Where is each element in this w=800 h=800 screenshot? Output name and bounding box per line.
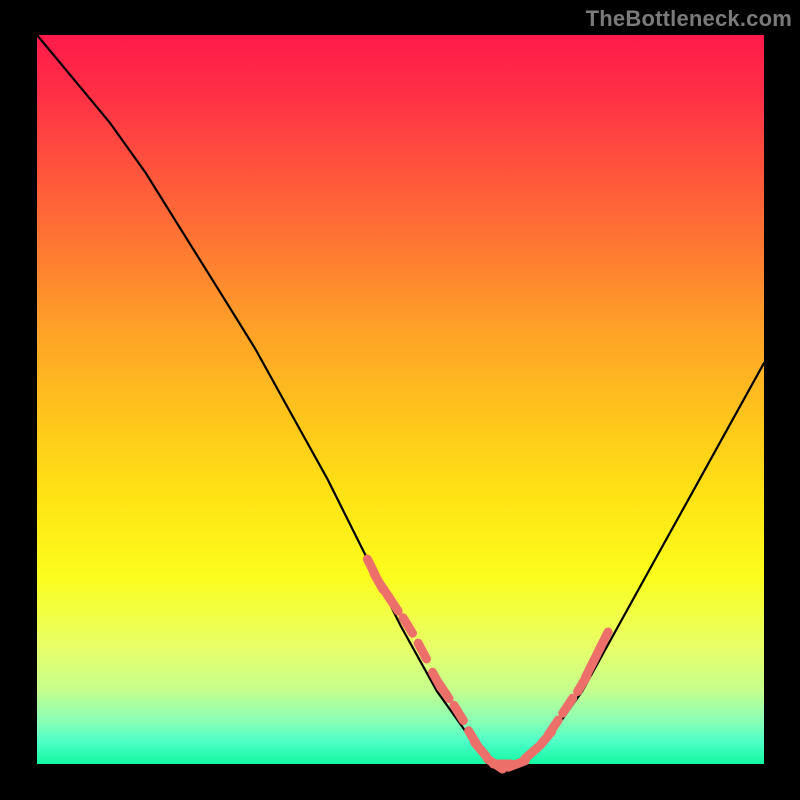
attribution-label: TheBottleneck.com — [586, 6, 792, 32]
plot-gradient-background — [37, 35, 764, 764]
chart-frame: TheBottleneck.com — [0, 0, 800, 800]
